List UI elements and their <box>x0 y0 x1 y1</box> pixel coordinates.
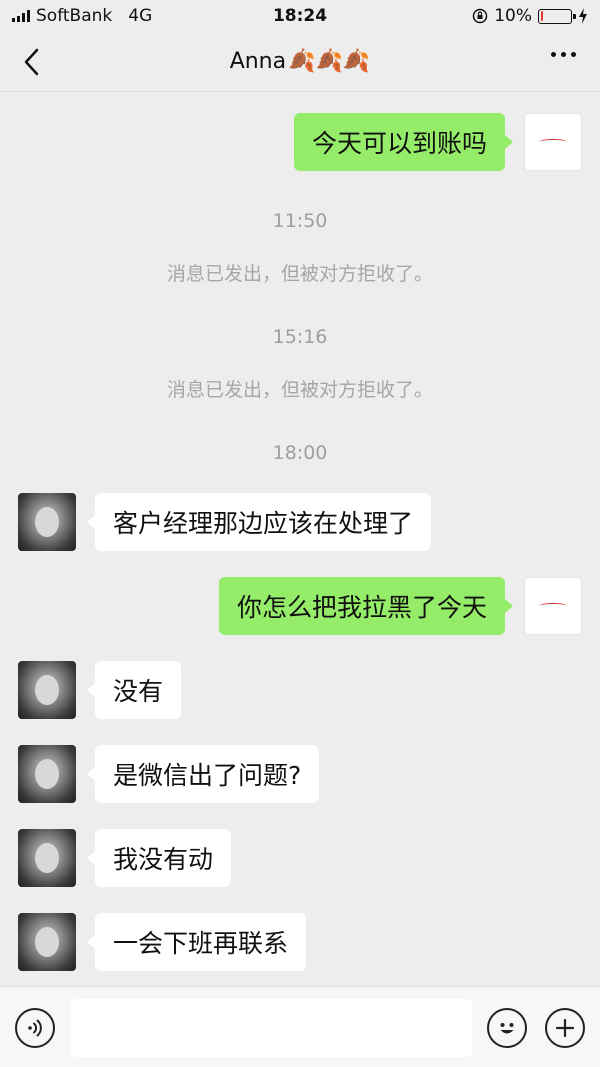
message-bubble-other[interactable]: 我没有动 <box>86 829 232 887</box>
message-bubble-other[interactable]: 一会下班再联系 <box>86 913 307 971</box>
battery-fill <box>540 11 544 21</box>
timestamp: 18:00 <box>272 442 328 464</box>
message-list[interactable]: 今天可以到账吗 11:50 消息已发出，但被对方拒收了。 15:16 消息已发出… <box>0 93 600 986</box>
status-left: SoftBank 4G <box>12 6 152 26</box>
emoji-icon <box>500 1023 514 1034</box>
more-options-button[interactable] <box>551 52 576 57</box>
contact-avatar[interactable] <box>18 829 76 887</box>
system-notice: 消息已发出，但被对方拒收了。 <box>166 379 433 401</box>
status-bar: SoftBank 4G 18:24 10% <box>0 0 600 32</box>
chevron-left-icon <box>24 48 39 76</box>
plus-button[interactable] <box>545 1008 585 1048</box>
message-input[interactable] <box>70 999 472 1057</box>
contact-avatar[interactable] <box>18 661 76 719</box>
message-text: 我没有动 <box>113 845 214 874</box>
contact-avatar[interactable] <box>18 493 76 551</box>
battery-percent: 10% <box>494 6 532 26</box>
contact-avatar[interactable] <box>18 913 76 971</box>
plus-icon <box>555 1018 575 1038</box>
carrier-label: SoftBank <box>36 6 113 26</box>
message-bubble-self[interactable]: 今天可以到账吗 <box>293 113 514 171</box>
message-text: 一会下班再联系 <box>113 929 289 958</box>
timestamp: 11:50 <box>272 210 328 232</box>
system-notice: 消息已发出，但被对方拒收了。 <box>166 263 433 285</box>
message-text: 是微信出了问题? <box>113 761 302 790</box>
message-bubble-other[interactable]: 是微信出了问题? <box>86 745 320 803</box>
message-text: 客户经理那边应该在处理了 <box>113 509 414 538</box>
leaf-emoji: 🍂🍂🍂 <box>288 49 371 74</box>
rotation-lock-icon <box>472 8 488 24</box>
message-bubble-other[interactable]: 没有 <box>86 661 182 719</box>
chat-header: Anna 🍂🍂🍂 <box>0 32 600 92</box>
battery-icon <box>538 8 576 24</box>
signal-icon <box>12 10 30 22</box>
network-label: 4G <box>128 6 153 26</box>
status-right: 10% <box>472 6 588 26</box>
emoji-button[interactable] <box>487 1008 527 1048</box>
more-dots-icon <box>551 52 556 57</box>
timestamp: 15:16 <box>272 326 328 348</box>
contact-avatar[interactable] <box>18 745 76 803</box>
message-text: 今天可以到账吗 <box>311 129 487 158</box>
chat-title: Anna 🍂🍂🍂 <box>230 49 371 74</box>
message-bubble-self[interactable]: 你怎么把我拉黑了今天 <box>218 577 514 635</box>
message-bubble-other[interactable]: 客户经理那边应该在处理了 <box>86 493 432 551</box>
back-button[interactable] <box>18 44 48 80</box>
charging-bolt-icon <box>579 8 587 24</box>
message-text: 你怎么把我拉黑了今天 <box>236 593 487 622</box>
message-text: 没有 <box>113 677 164 706</box>
self-avatar[interactable] <box>524 577 582 635</box>
contact-name: Anna <box>229 49 287 74</box>
self-avatar[interactable] <box>524 113 582 171</box>
voice-button[interactable] <box>15 1008 55 1048</box>
voice-icon <box>28 1019 42 1037</box>
input-bar <box>0 986 600 1067</box>
